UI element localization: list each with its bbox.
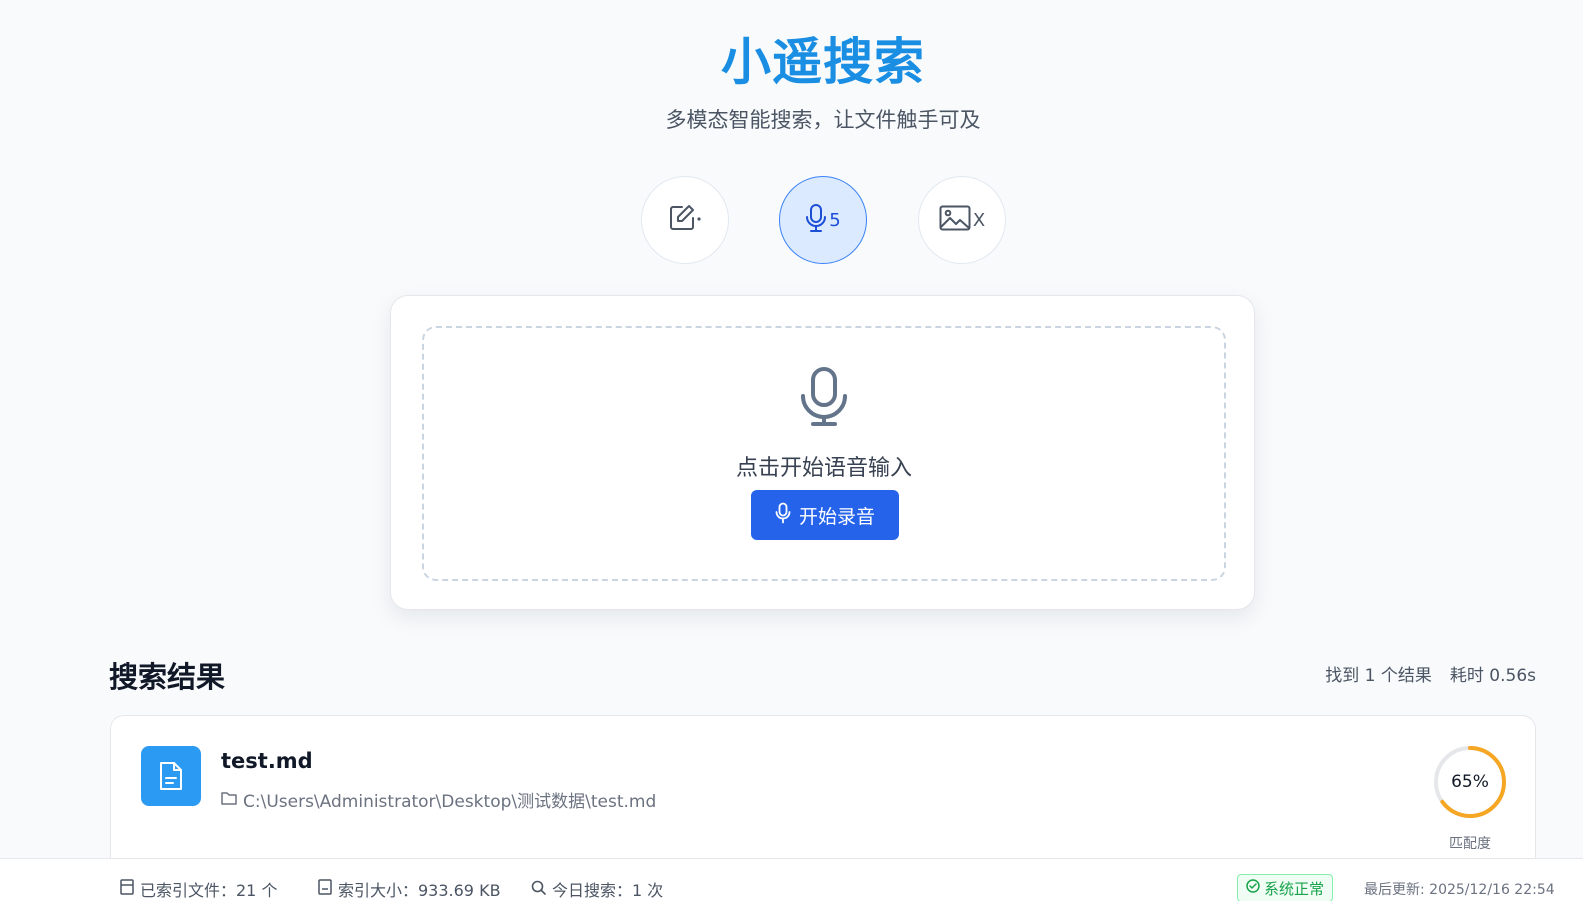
match-score-label: 匹配度 <box>1449 836 1491 852</box>
index-size-text: 索引大小：933.69 KB <box>338 881 501 900</box>
index-size-stat: 索引大小：933.69 KB <box>318 877 501 901</box>
voice-input-prompt: 点击开始语音输入 <box>735 456 912 481</box>
results-meta: 找到 1 个结果 耗时 0.56s <box>1325 661 1536 686</box>
text-search-mode-button[interactable] <box>641 176 729 264</box>
image-search-mode-button[interactable]: X <box>918 176 1006 264</box>
edit-icon <box>668 203 702 237</box>
system-status-badge: 系统正常 <box>1237 874 1334 901</box>
status-bar: 已索引文件：21 个 索引大小：933.69 KB 今日搜索：1 次 系统正常 … <box>0 858 1583 901</box>
start-recording-button[interactable]: 开始录音 <box>751 490 899 540</box>
app-page: 小遥搜索 多模态智能搜索，让文件触手可及 5 X 点击开始语音输入 开始录音 搜… <box>0 0 1583 901</box>
database-icon <box>120 879 134 899</box>
folder-icon <box>221 790 237 810</box>
results-count: 找到 1 个结果 <box>1325 666 1432 686</box>
app-title: 小遥搜索 <box>721 33 925 91</box>
image-icon <box>939 205 971 235</box>
system-status-text: 系统正常 <box>1264 879 1325 898</box>
voice-search-mode-button[interactable]: 5 <box>779 176 867 264</box>
results-title: 搜索结果 <box>109 660 226 694</box>
storage-icon <box>318 879 332 899</box>
search-icon <box>531 880 546 899</box>
indexed-files-stat: 已索引文件：21 个 <box>120 877 277 901</box>
voice-input-area[interactable]: 点击开始语音输入 开始录音 <box>422 326 1226 581</box>
match-score-value: 65% <box>1451 772 1489 792</box>
result-file-path-text: C:\Users\Administrator\Desktop\测试数据\test… <box>243 792 657 812</box>
result-file-path: C:\Users\Administrator\Desktop\测试数据\test… <box>221 787 656 812</box>
last-update-text: 最后更新: 2025/12/16 22:54 <box>1364 882 1555 898</box>
voice-mode-badge: 5 <box>829 209 841 231</box>
indexed-files-text: 已索引文件：21 个 <box>140 881 278 900</box>
results-time: 耗时 0.56s <box>1449 666 1536 686</box>
large-microphone-icon <box>799 366 849 432</box>
result-item[interactable]: test.md C:\Users\Administrator\Desktop\测… <box>110 715 1536 875</box>
result-file-name[interactable]: test.md <box>221 749 313 773</box>
microphone-icon <box>805 203 827 237</box>
microphone-icon <box>775 502 791 529</box>
today-searches-text: 今日搜索：1 次 <box>552 881 664 900</box>
voice-input-card: 点击开始语音输入 开始录音 <box>390 295 1255 610</box>
check-circle-icon <box>1246 879 1260 897</box>
today-searches-stat: 今日搜索：1 次 <box>531 877 663 901</box>
app-subtitle: 多模态智能搜索，让文件触手可及 <box>665 108 981 132</box>
image-mode-badge: X <box>972 209 986 231</box>
document-icon <box>141 746 201 806</box>
start-recording-label: 开始录音 <box>798 505 875 528</box>
